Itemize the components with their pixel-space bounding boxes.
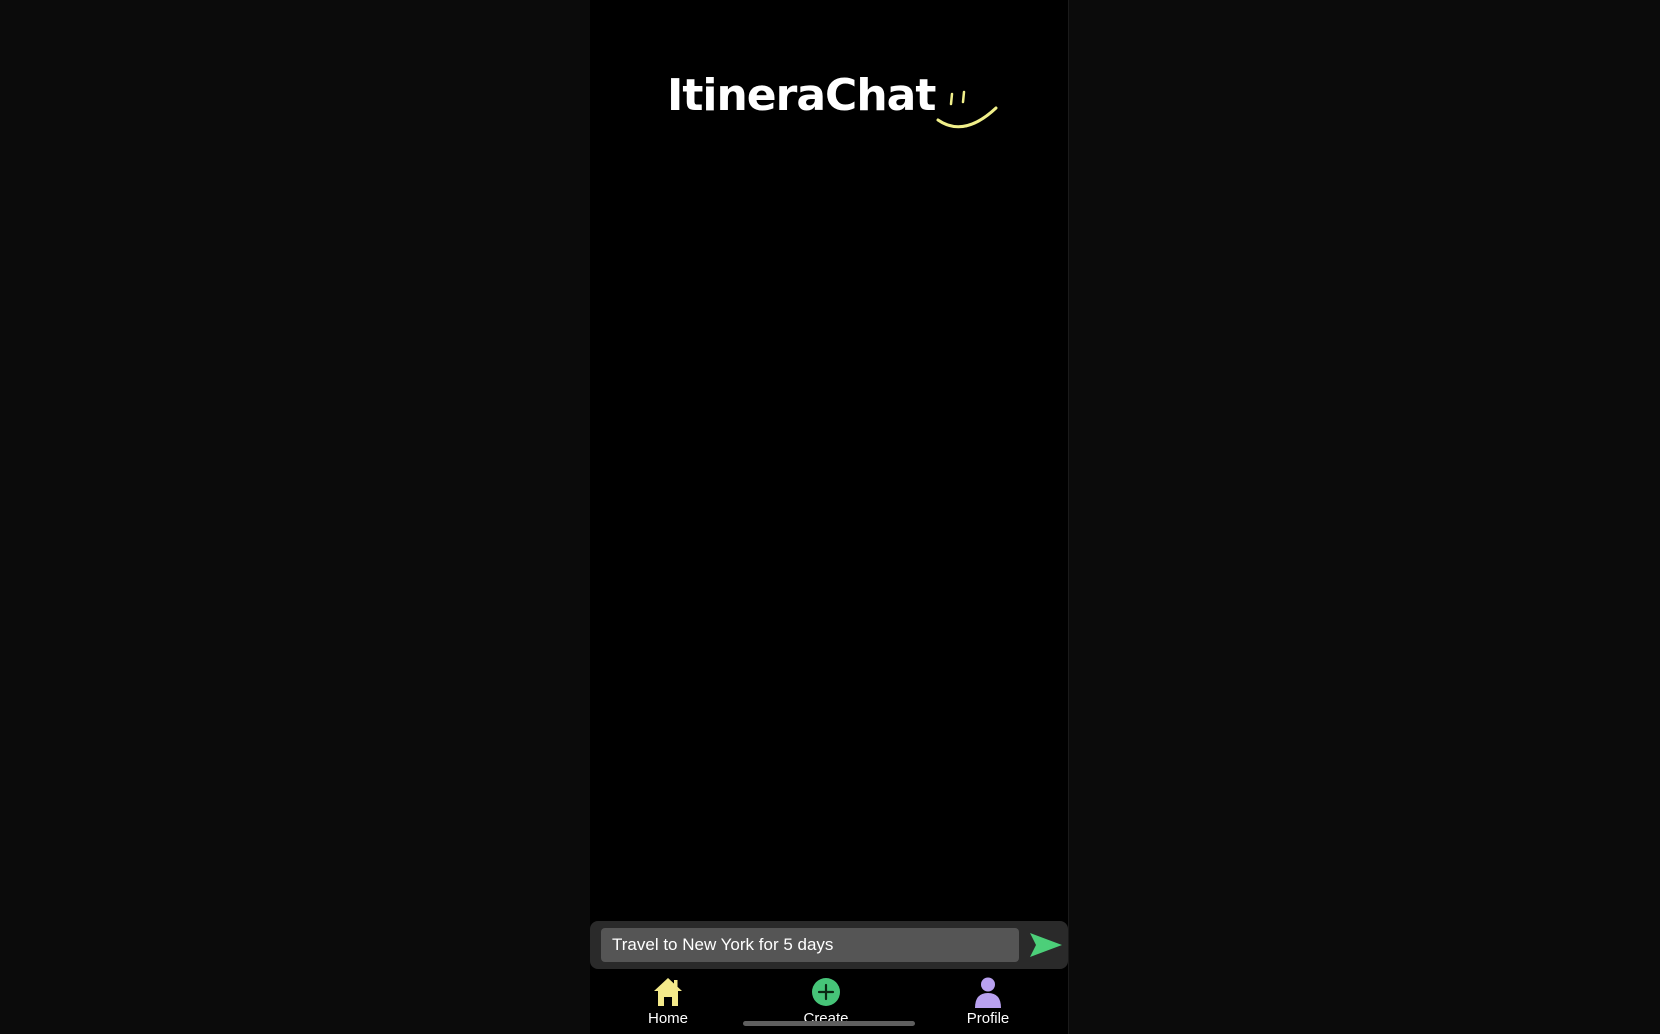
tab-home-label: Home	[647, 1010, 688, 1027]
phone-screen: ItineraChat Home Create	[590, 0, 1069, 1034]
plus-circle-icon	[812, 978, 840, 1006]
message-composer	[590, 921, 1068, 969]
app-header: ItineraChat	[590, 60, 1068, 150]
smile-icon	[936, 90, 998, 129]
person-icon	[975, 977, 1001, 1008]
tab-profile-label: Profile	[966, 1010, 1010, 1027]
tab-profile[interactable]: Profile	[938, 975, 1038, 1031]
home-indicator	[743, 1021, 915, 1026]
chat-message-area	[590, 160, 1068, 920]
home-icon	[654, 978, 682, 1006]
send-icon[interactable]	[1028, 930, 1064, 960]
app-title: ItineraChat	[667, 70, 936, 121]
tab-home[interactable]: Home	[618, 975, 718, 1031]
message-input[interactable]	[601, 928, 1019, 962]
